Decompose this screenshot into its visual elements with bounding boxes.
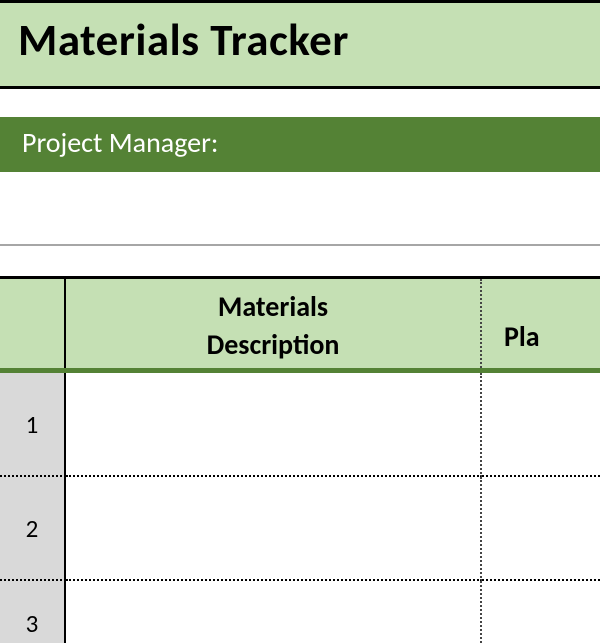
materials-tracker-sheet: Materials Tracker Project Manager: Mater… bbox=[0, 0, 600, 600]
description-cell[interactable] bbox=[66, 373, 482, 477]
col2-cell[interactable] bbox=[482, 373, 600, 477]
page-title: Materials Tracker bbox=[18, 13, 600, 68]
header-description: Materials Description bbox=[66, 279, 482, 368]
spacer bbox=[0, 89, 600, 117]
materials-table: Materials Description Pla 1 2 3 bbox=[0, 276, 600, 643]
project-manager-label: Project Manager: bbox=[0, 117, 600, 172]
col2-cell[interactable] bbox=[482, 477, 600, 581]
table-row: 3 bbox=[0, 581, 600, 643]
row-number: 3 bbox=[0, 581, 66, 643]
table-header-row: Materials Description Pla bbox=[0, 279, 600, 373]
row-number: 1 bbox=[0, 373, 66, 477]
description-cell[interactable] bbox=[66, 581, 482, 643]
header-rownum bbox=[0, 279, 66, 368]
description-cell[interactable] bbox=[66, 477, 482, 581]
col2-cell[interactable] bbox=[482, 581, 600, 643]
title-band: Materials Tracker bbox=[0, 0, 600, 89]
table-row: 1 bbox=[0, 373, 600, 477]
row-number: 2 bbox=[0, 477, 66, 581]
header-column2: Pla bbox=[482, 279, 600, 368]
project-manager-input[interactable] bbox=[0, 172, 600, 246]
table-row: 2 bbox=[0, 477, 600, 581]
spacer bbox=[0, 246, 600, 276]
